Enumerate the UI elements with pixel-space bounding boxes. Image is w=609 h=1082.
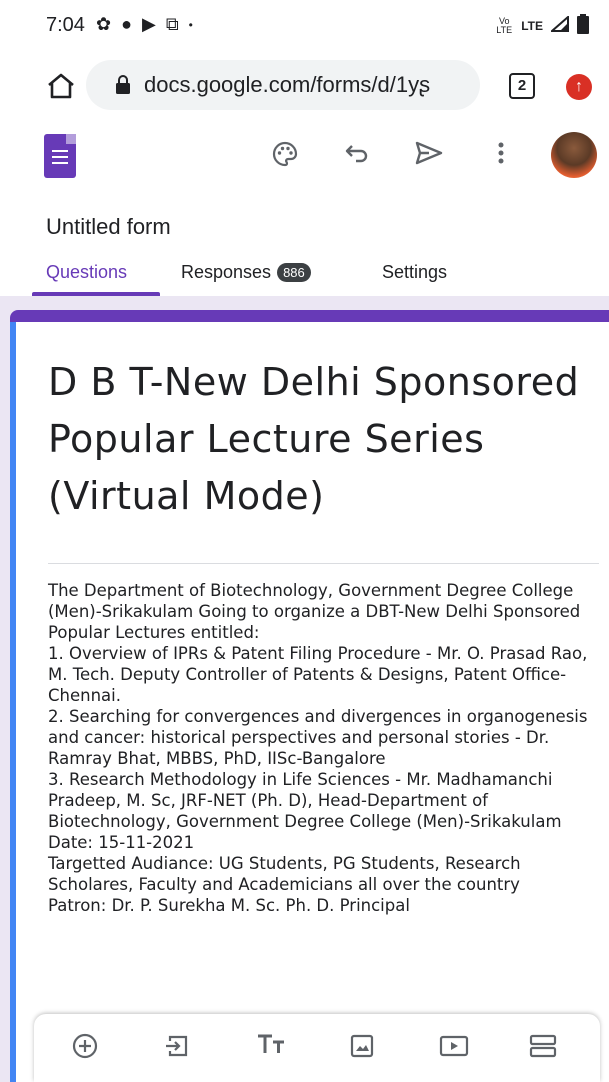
responses-count-badge: 886 xyxy=(277,263,311,282)
form-header-card[interactable]: D B T-New Delhi Sponsored Popular Lectur… xyxy=(10,310,609,1082)
lte-icon: LTE xyxy=(521,18,543,33)
tab-switcher-button[interactable]: 2 xyxy=(509,73,535,99)
update-available-icon[interactable]: ↑ xyxy=(566,74,592,100)
undo-icon[interactable] xyxy=(342,140,372,170)
bottom-toolbar xyxy=(34,1014,600,1082)
settings-notification-icon: ✿ xyxy=(96,14,112,34)
tab-settings[interactable]: Settings xyxy=(382,262,447,283)
battery-icon xyxy=(577,14,589,37)
lock-icon xyxy=(116,75,130,94)
add-question-icon[interactable] xyxy=(70,1032,100,1062)
more-vert-icon[interactable] xyxy=(486,140,516,170)
status-time: 7:04 xyxy=(46,14,85,36)
status-bar: 7:04 ✿ ● ▶ ⧉ • Vo LTE LTE xyxy=(0,0,609,54)
form-title[interactable]: D B T-New Delhi Sponsored Popular Lectur… xyxy=(48,354,588,525)
volte-icon: Vo LTE xyxy=(496,15,513,35)
dot-notification-icon: ● xyxy=(121,14,132,34)
avatar[interactable] xyxy=(551,132,597,178)
card-focus-bar xyxy=(10,322,16,1082)
form-tabs: Questions Responses 886 Settings xyxy=(0,258,609,296)
screenshot-notification-icon: ⧉ xyxy=(165,14,179,34)
play-notification-icon: ▶ xyxy=(141,14,156,34)
card-accent-bar xyxy=(10,310,609,322)
signal-icon xyxy=(549,14,569,35)
system-icons: Vo LTE LTE xyxy=(495,14,589,37)
send-icon[interactable] xyxy=(414,140,444,170)
form-description[interactable]: The Department of Biotechnology, Governm… xyxy=(48,580,603,916)
notification-icons: ✿ ● ▶ ⧉ • xyxy=(96,14,193,35)
add-title-icon[interactable] xyxy=(256,1032,286,1062)
address-bar[interactable]: docs.google.com/forms/d/1yʂ xyxy=(86,60,480,110)
tab-responses-label: Responses xyxy=(181,262,272,282)
import-questions-icon[interactable] xyxy=(162,1032,192,1062)
home-icon[interactable] xyxy=(46,72,76,100)
browser-toolbar: docs.google.com/forms/d/1yʂ 2 ↑ xyxy=(0,54,609,118)
add-section-icon[interactable] xyxy=(528,1032,558,1062)
tab-questions[interactable]: Questions xyxy=(46,262,127,283)
forms-app-header: Untitled form Questions Responses 886 Set… xyxy=(0,118,609,296)
more-notifications-icon: • xyxy=(188,17,193,32)
google-forms-logo-icon[interactable] xyxy=(44,134,76,178)
url-text[interactable]: docs.google.com/forms/d/1yʂ xyxy=(144,72,474,98)
palette-icon[interactable] xyxy=(270,140,300,170)
title-divider xyxy=(48,563,599,564)
add-video-icon[interactable] xyxy=(438,1032,469,1062)
add-image-icon[interactable] xyxy=(347,1032,377,1062)
form-name[interactable]: Untitled form xyxy=(46,214,171,240)
tab-responses[interactable]: Responses 886 xyxy=(181,262,311,283)
